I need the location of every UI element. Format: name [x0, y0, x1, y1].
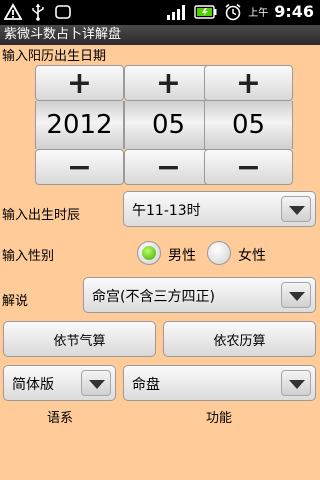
day-increment-button[interactable]: + — [204, 65, 293, 101]
usb-icon — [32, 4, 44, 21]
sd-card-icon — [55, 5, 71, 19]
explain-label: 解说 — [2, 294, 29, 309]
status-time: 9:46 — [274, 2, 314, 21]
year-picker: + 2012 − — [35, 65, 124, 185]
chevron-down-icon — [281, 282, 311, 308]
signal-icon — [167, 4, 186, 20]
status-icons-right: 上午 9:46 — [166, 2, 314, 21]
alarm-icon — [225, 3, 241, 20]
gender-female-radio[interactable] — [207, 241, 231, 265]
year-increment-button[interactable]: + — [35, 65, 124, 101]
birth-hour-selected: 午11-13时 — [132, 203, 201, 219]
function-selected: 命盘 — [132, 377, 160, 393]
month-decrement-button[interactable]: − — [124, 149, 213, 185]
month-value[interactable]: 05 — [124, 101, 213, 149]
gender-male-label[interactable]: 男性 — [168, 245, 196, 265]
language-selected: 简体版 — [12, 377, 54, 393]
day-decrement-button[interactable]: − — [204, 149, 293, 185]
day-picker: + 05 − — [204, 65, 293, 185]
app-title: 紫微斗数占卜详解盘 — [0, 25, 320, 45]
month-picker: + 05 − — [124, 65, 213, 185]
gender-male-radio[interactable] — [137, 241, 161, 265]
battery-icon — [194, 4, 217, 19]
language-caption: 语系 — [47, 411, 74, 426]
warning-icon — [4, 3, 22, 20]
year-decrement-button[interactable]: − — [35, 149, 124, 185]
calc-by-solar-terms-button[interactable]: 依节气算 — [3, 321, 156, 357]
function-caption: 功能 — [206, 411, 233, 426]
chevron-down-icon — [281, 196, 311, 222]
status-ampm: 上午 — [248, 8, 269, 19]
function-dropdown[interactable]: 命盘 — [123, 365, 316, 401]
language-dropdown[interactable]: 简体版 — [3, 365, 116, 401]
explain-dropdown[interactable]: 命宫(不含三方四正) — [83, 277, 316, 313]
birth-hour-label: 输入出生时辰 — [2, 208, 81, 223]
explain-selected: 命宫(不含三方四正) — [92, 289, 215, 305]
day-value[interactable]: 05 — [204, 101, 293, 149]
calc-by-lunar-calendar-button[interactable]: 依农历算 — [163, 321, 316, 357]
birth-hour-dropdown[interactable]: 午11-13时 — [123, 191, 316, 227]
status-icons-left — [4, 3, 72, 21]
month-increment-button[interactable]: + — [124, 65, 213, 101]
gender-label: 输入性别 — [2, 249, 55, 264]
chevron-down-icon — [281, 370, 311, 396]
gender-female-label[interactable]: 女性 — [238, 245, 266, 265]
year-value[interactable]: 2012 — [35, 101, 124, 149]
chevron-down-icon — [81, 370, 111, 396]
status-bar: 上午 9:46 — [0, 0, 320, 25]
birth-date-label: 输入阳历出生日期 — [2, 49, 107, 64]
